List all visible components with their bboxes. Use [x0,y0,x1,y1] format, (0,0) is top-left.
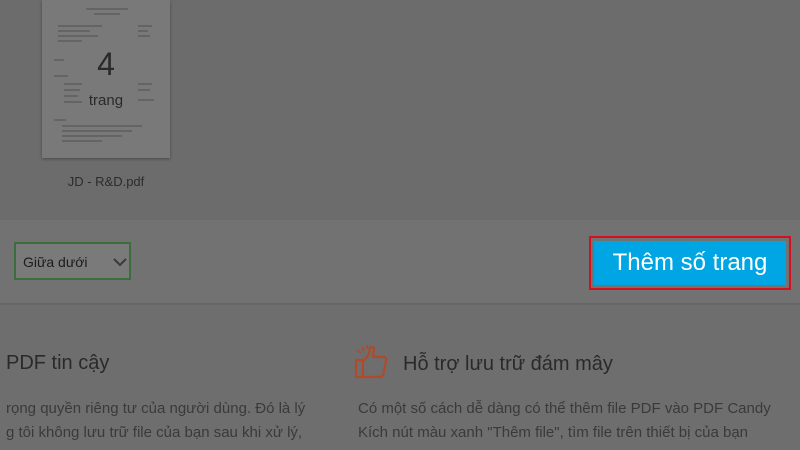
file-name: JD - R&D.pdf [67,174,145,189]
feature-text-line: g tôi không lưu trữ file của bạn sau khi… [6,424,303,441]
position-select-value: Giữa dưới [23,254,88,270]
page-count-unit: trang [88,92,124,109]
feature-title-trusted-pdf: PDF tin cậy [6,352,110,374]
feature-text-line: Có một số cách dễ dàng có thể thêm file … [358,400,771,417]
thumbs-up-icon [354,345,388,379]
page-count: 4 [97,46,115,82]
feature-title-cloud-storage: Hỗ trợ lưu trữ đám mây [403,353,613,375]
feature-text-line: Kích nút màu xanh "Thêm file", tìm file … [358,424,749,441]
chevron-down-icon [113,258,127,267]
position-select[interactable]: Giữa dưới [14,242,131,280]
pdf-thumbnail[interactable]: 4 trang [42,0,170,158]
file-preview-area: 4 trang JD - R&D.pdf [0,0,800,220]
feature-text-line: rọng quyền riêng tư của người dùng. Đó l… [6,400,306,417]
add-page-numbers-button[interactable]: Thêm số trang [594,241,786,285]
